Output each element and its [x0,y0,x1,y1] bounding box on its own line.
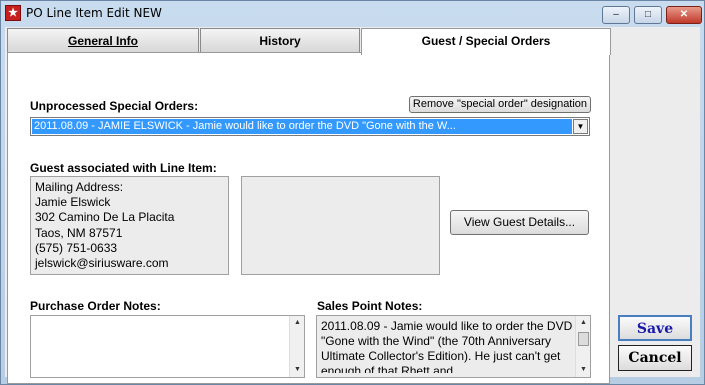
scroll-up-icon[interactable]: ▲ [576,316,591,330]
window-title: PO Line Item Edit NEW [26,6,162,20]
address-line: 302 Camino De La Placita [35,210,175,225]
address-line: Jamie Elswick [35,195,111,210]
remove-special-order-button[interactable]: Remove "special order" designation [409,96,591,113]
cancel-button[interactable]: Cancel [618,345,692,371]
sp-notes-label: Sales Point Notes: [317,299,423,313]
po-notes-label: Purchase Order Notes: [30,299,161,313]
tab-general-info[interactable]: General Info [7,28,199,53]
dialog-client-area: General Info History Guest / Special Ord… [5,27,700,384]
address-line: (575) 751-0633 [35,240,118,255]
address-line: Taos, NM 87571 [35,225,123,240]
guest-address-box: Mailing Address: Jamie Elswick 302 Camin… [30,176,229,275]
scroll-up-icon[interactable]: ▲ [290,316,305,330]
title-bar[interactable]: ★ PO Line Item Edit NEW – □ ✕ [1,1,704,26]
view-guest-details-button[interactable]: View Guest Details... [450,210,589,235]
special-orders-dropdown[interactable]: 2011.08.09 - JAMIE ELSWICK - Jamie would… [30,117,590,136]
po-notes-scrollbar[interactable]: ▲ ▼ [289,316,304,377]
close-button[interactable]: ✕ [666,6,702,24]
guest-label: Guest associated with Line Item: [30,161,217,175]
special-orders-selected: 2011.08.09 - JAMIE ELSWICK - Jamie would… [32,119,572,134]
sp-notes-value: 2011.08.09 - Jamie would like to order t… [321,319,573,373]
scroll-down-icon[interactable]: ▼ [290,363,305,377]
sp-notes-scrollbar[interactable]: ▲ ▼ [575,316,590,377]
tab-panel: Unprocessed Special Orders: Remove "spec… [7,52,610,384]
po-notes-textarea[interactable]: ▲ ▼ [30,315,305,378]
tab-history[interactable]: History [200,28,360,53]
address-line: Mailing Address: [35,180,124,194]
dialog-window: ★ PO Line Item Edit NEW – □ ✕ General In… [0,0,705,385]
sp-notes-textarea[interactable]: 2011.08.09 - Jamie would like to order t… [316,315,591,378]
minimize-button[interactable]: – [602,6,630,24]
address-line: jelswick@siriusware.com [35,256,169,271]
special-orders-label: Unprocessed Special Orders: [30,99,199,113]
scroll-down-icon[interactable]: ▼ [576,363,591,377]
save-button[interactable]: Save [618,315,692,341]
app-logo-icon: ★ [5,5,21,21]
scroll-thumb[interactable] [578,332,589,346]
maximize-button[interactable]: □ [634,6,662,24]
chevron-down-icon[interactable]: ▼ [573,119,588,134]
tab-guest-special-orders[interactable]: Guest / Special Orders [361,28,611,55]
guest-photo-box [241,176,440,275]
